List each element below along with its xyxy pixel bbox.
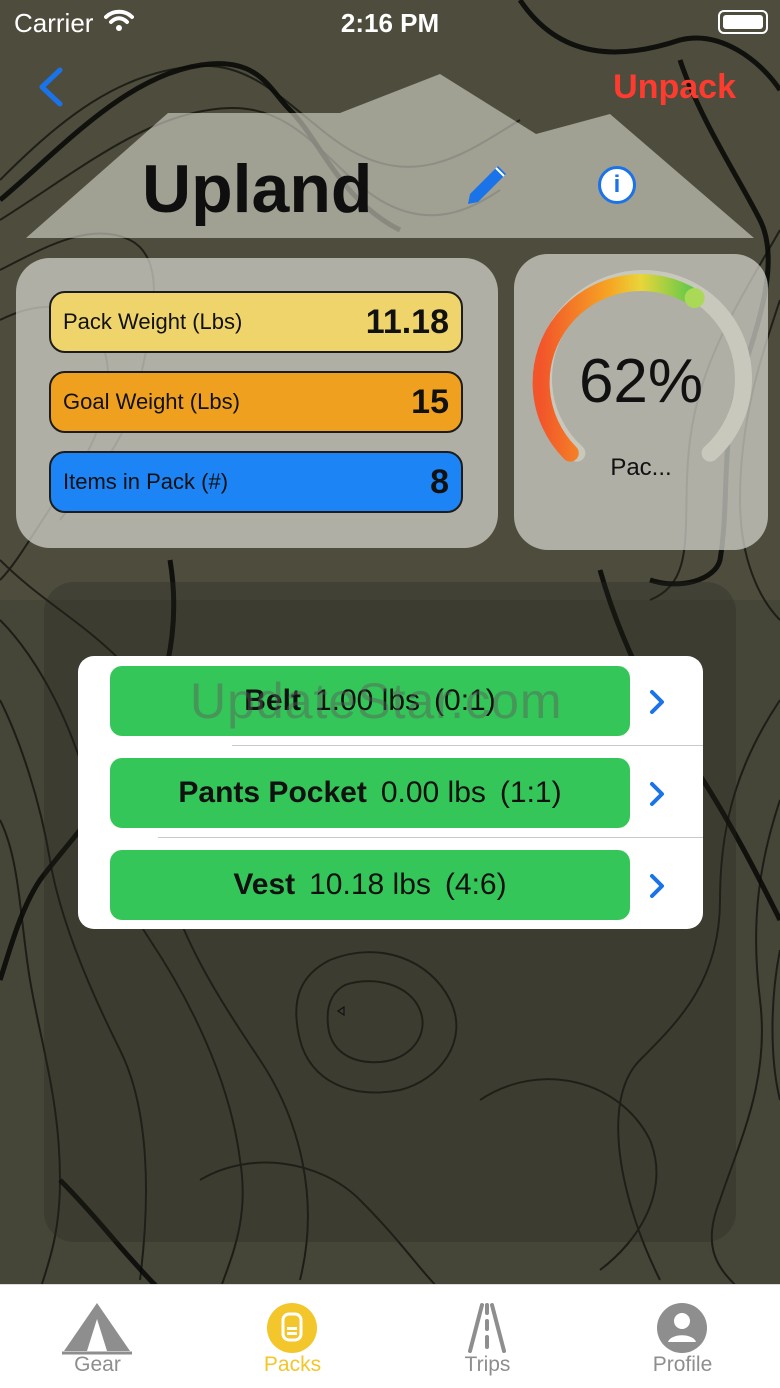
row-divider — [158, 837, 703, 838]
goal-weight-stat: Goal Weight (Lbs) 15 — [49, 371, 463, 433]
info-icon[interactable]: i — [598, 166, 636, 204]
goal-weight-value: 15 — [411, 383, 449, 421]
chevron-right-icon[interactable] — [646, 776, 670, 812]
container-count: (4:6) — [444, 868, 507, 901]
watermark-text: UpdateStar.com — [190, 673, 563, 729]
gauge-label: Pac... — [610, 454, 672, 481]
road-icon — [468, 1303, 506, 1353]
tab-packs[interactable]: Packs — [195, 1285, 390, 1388]
tab-label: Trips — [464, 1353, 511, 1376]
pack-title: Upland — [142, 151, 373, 227]
container-count: (1:1) — [499, 776, 562, 809]
items-count-value: 8 — [430, 463, 449, 501]
row-divider — [232, 745, 703, 746]
pack-weight-stat: Pack Weight (Lbs) 11.18 — [49, 291, 463, 353]
chevron-right-icon[interactable] — [646, 868, 670, 904]
tab-label: Profile — [652, 1353, 713, 1376]
backpack-icon — [267, 1303, 317, 1353]
small-triangle-icon — [336, 1006, 345, 1016]
tab-bar: Gear Packs Trips Profile — [0, 1284, 780, 1388]
mountain-header-shape — [26, 74, 754, 238]
tab-label: Gear — [74, 1353, 121, 1376]
container-name: Pants Pocket — [178, 776, 367, 809]
container-row-pants-pocket[interactable]: Pants Pocket 0.00 lbs (1:1) — [110, 758, 630, 828]
edit-pencil-icon[interactable] — [460, 160, 514, 214]
tent-icon — [62, 1303, 132, 1355]
status-bar: Carrier 2:16 PM — [0, 0, 780, 44]
items-count-label: Items in Pack (#) — [63, 469, 229, 494]
tab-trips[interactable]: Trips — [390, 1285, 585, 1388]
pack-weight-label: Pack Weight (Lbs) — [63, 309, 243, 334]
container-weight: 0.00 lbs — [380, 776, 486, 809]
tab-profile[interactable]: Profile — [585, 1285, 780, 1388]
container-row-vest[interactable]: Vest 10.18 lbs (4:6) — [110, 850, 630, 920]
container-name: Vest — [233, 868, 296, 901]
tab-label: Packs — [263, 1353, 322, 1376]
chevron-right-icon[interactable] — [646, 684, 670, 720]
battery-icon — [718, 10, 768, 34]
gauge-percent: 62% — [578, 347, 704, 416]
pack-stats-card: Pack Weight (Lbs) 11.18 Goal Weight (Lbs… — [16, 258, 498, 548]
person-icon — [657, 1303, 707, 1353]
items-count-stat: Items in Pack (#) 8 — [49, 451, 463, 513]
tab-gear[interactable]: Gear — [0, 1285, 195, 1388]
gauge-knob — [684, 288, 705, 308]
pack-gauge-card: 62% Pac... — [514, 254, 768, 550]
goal-weight-label: Goal Weight (Lbs) — [63, 389, 240, 414]
container-weight: 10.18 lbs — [309, 868, 431, 901]
pack-weight-value: 11.18 — [365, 303, 449, 341]
clock: 2:16 PM — [340, 8, 440, 38]
